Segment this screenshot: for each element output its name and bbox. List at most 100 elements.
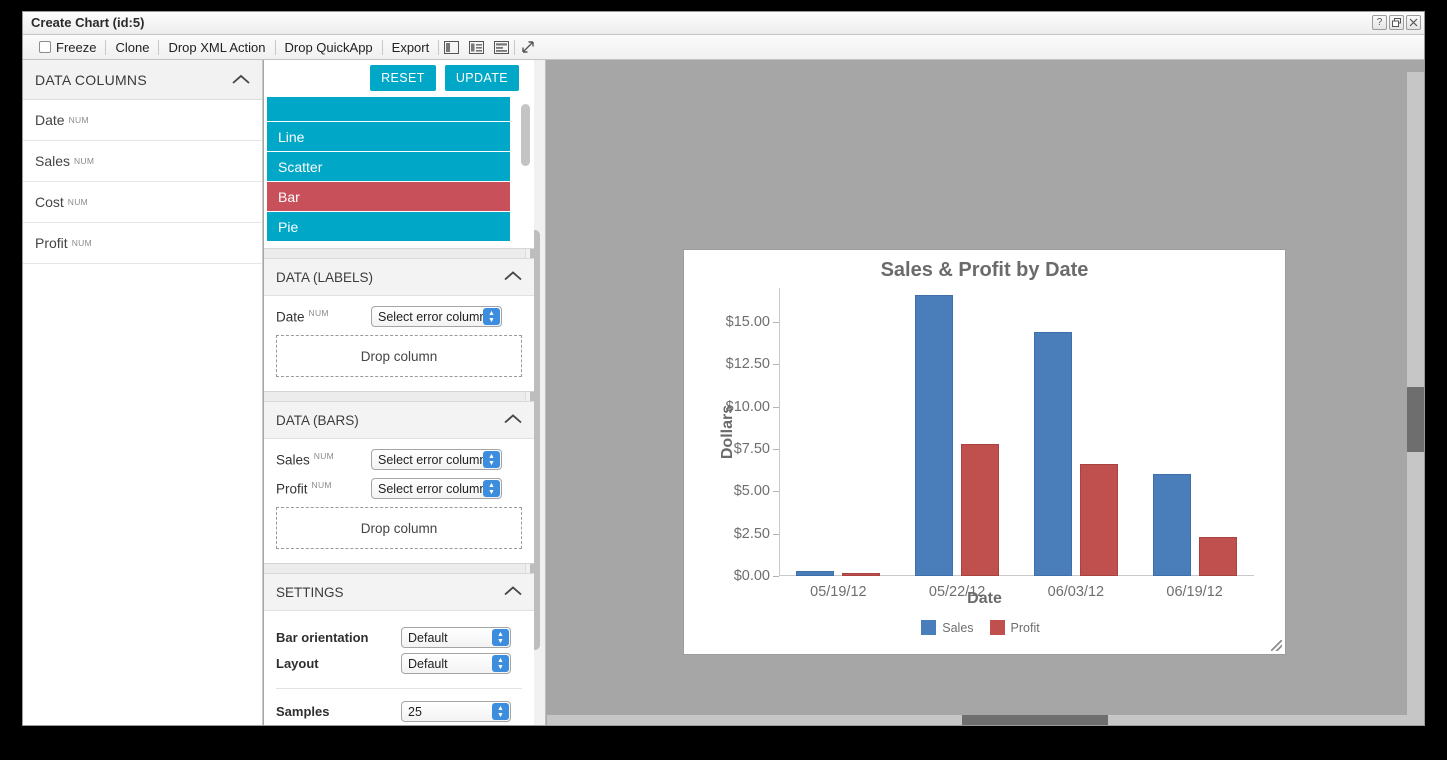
update-button[interactable]: UPDATE: [444, 65, 519, 91]
select-value: Default: [408, 630, 448, 645]
legend-label: Profit: [1010, 620, 1040, 635]
data-bars-row-profit: Profit NUM Select error column ▲ ▼: [276, 478, 522, 499]
y-axis-tick: $7.50: [734, 441, 780, 457]
legend-entry[interactable]: Profit: [989, 620, 1040, 635]
restore-button[interactable]: [1389, 15, 1404, 30]
section-title: DATA (LABELS): [276, 269, 374, 285]
column-name: Profit: [35, 235, 68, 251]
data-bars-header[interactable]: DATA (BARS): [264, 402, 534, 439]
freeze-toggle[interactable]: Freeze: [30, 40, 105, 55]
legend-swatch: [921, 620, 937, 635]
horizontal-scrollbar-thumb[interactable]: [962, 715, 1108, 725]
date-error-column-select[interactable]: Select error column ▲ ▼: [371, 306, 502, 327]
settings-row-layout: Layout Default ▲ ▼: [276, 653, 522, 674]
export-button[interactable]: Export: [383, 40, 439, 55]
column-type: NUM: [74, 156, 95, 166]
main-toolbar: Freeze Clone Drop XML Action Drop QuickA…: [23, 35, 1424, 60]
data-columns-header[interactable]: DATA COLUMNS: [23, 60, 262, 100]
data-labels-section: DATA (LABELS) Date NUM Select error colum…: [264, 258, 534, 392]
chart-type-scatter[interactable]: Scatter: [267, 152, 510, 181]
chevron-updown-icon[interactable]: ▲ ▼: [483, 451, 500, 468]
horizontal-scrollbar[interactable]: [547, 715, 1407, 725]
chevron-updown-icon[interactable]: ▲ ▼: [492, 655, 509, 672]
bar-sales[interactable]: [1152, 473, 1191, 576]
section-title: DATA (BARS): [276, 412, 359, 428]
bar-group: 05/22/12: [898, 288, 1017, 600]
chart-type-partial[interactable]: [267, 97, 510, 121]
bar-profit[interactable]: [1198, 537, 1237, 576]
config-action-buttons: RESET UPDATE: [264, 60, 534, 97]
chart-canvas-area: Sales & Profit by Date Dollars $0.00 $2.5…: [547, 60, 1424, 725]
sales-error-column-select[interactable]: Select error column ▲ ▼: [371, 449, 502, 470]
field-type: NUM: [308, 308, 329, 319]
y-axis-tick: $0.00: [734, 568, 780, 584]
close-button[interactable]: [1406, 15, 1421, 30]
chevron-up-icon: [232, 72, 250, 88]
column-type: NUM: [71, 238, 92, 248]
clone-button[interactable]: Clone: [106, 40, 158, 55]
samples-select[interactable]: 25 ▲ ▼: [401, 701, 511, 722]
chart-plot: Dollars $0.00 $2.50 $5.00 $7.50 $10.00 $12.50…: [719, 288, 1254, 600]
window-buttons: ?: [1372, 15, 1421, 30]
chart-type-scrollbar-thumb[interactable]: [521, 104, 530, 166]
chevron-updown-icon[interactable]: ▲ ▼: [492, 703, 509, 720]
bar-profit[interactable]: [961, 443, 1000, 576]
vertical-scrollbar[interactable]: [1407, 72, 1424, 725]
freeze-checkbox[interactable]: [39, 41, 51, 53]
layout-select[interactable]: Default ▲ ▼: [401, 653, 511, 674]
setting-label: Layout: [276, 656, 319, 671]
chevron-up-icon: [504, 413, 522, 428]
bar-sales[interactable]: [915, 294, 954, 576]
chart-type-list: Line Scatter Bar Pie Bubble: [264, 97, 534, 249]
data-bars-dropzone[interactable]: Drop column: [276, 507, 522, 549]
chart-type-bar[interactable]: Bar: [267, 182, 510, 211]
bar-profit[interactable]: [1079, 464, 1118, 576]
vertical-scrollbar-thumb[interactable]: [1407, 387, 1424, 452]
chart-resize-grip[interactable]: [1271, 640, 1282, 651]
chart-type-line[interactable]: Line: [267, 122, 510, 151]
sidebar-item-sales[interactable]: Sales NUM: [23, 141, 262, 182]
window-body: DATA COLUMNS Date NUM Sales NUM Cost NUM…: [23, 60, 1424, 725]
reset-button[interactable]: RESET: [370, 65, 436, 91]
sidebar-item-date[interactable]: Date NUM: [23, 100, 262, 141]
profit-error-column-select[interactable]: Select error column ▲ ▼: [371, 478, 502, 499]
field-name: Sales: [276, 452, 310, 468]
sidebar-item-profit[interactable]: Profit NUM: [23, 223, 262, 264]
chevron-updown-icon[interactable]: ▲ ▼: [483, 480, 500, 497]
help-button[interactable]: ?: [1372, 15, 1387, 30]
drop-xml-action-button[interactable]: Drop XML Action: [159, 40, 274, 55]
chevron-updown-icon[interactable]: ▲ ▼: [483, 308, 500, 325]
chart-type-bubble[interactable]: Bubble: [267, 242, 510, 248]
select-value: Default: [408, 656, 448, 671]
field-type: NUM: [311, 480, 332, 491]
chart-title: Sales & Profit by Date: [880, 259, 1089, 281]
chart-type-pie[interactable]: Pie: [267, 212, 510, 241]
column-name: Date: [35, 112, 65, 128]
select-value: Select error column: [378, 452, 487, 467]
x-axis-label: Date: [967, 590, 1002, 607]
legend-entry[interactable]: Sales: [921, 620, 974, 635]
detail-view-icon[interactable]: [464, 40, 489, 54]
field-label: Profit NUM: [276, 480, 371, 497]
column-type: NUM: [67, 197, 89, 207]
chevron-updown-icon[interactable]: ▲ ▼: [492, 629, 509, 646]
bar-orientation-select[interactable]: Default ▲ ▼: [401, 627, 511, 648]
column-name: Cost: [35, 194, 64, 210]
bar-sales[interactable]: [1033, 332, 1072, 576]
settings-header[interactable]: SETTINGS: [264, 574, 534, 611]
split-view-icon[interactable]: [439, 40, 464, 54]
list-view-icon[interactable]: [489, 40, 514, 54]
bar-profit[interactable]: [842, 572, 881, 576]
drop-quickapp-button[interactable]: Drop QuickApp: [276, 40, 382, 55]
field-name: Profit: [276, 481, 308, 497]
bar-sales[interactable]: [796, 570, 835, 576]
select-value: Select error column: [378, 481, 487, 496]
field-type: NUM: [313, 451, 335, 462]
data-labels-dropzone[interactable]: Drop column: [276, 335, 522, 377]
legend-swatch: [989, 620, 1005, 635]
data-labels-header[interactable]: DATA (LABELS): [264, 259, 534, 296]
sidebar-item-cost[interactable]: Cost NUM: [23, 182, 262, 223]
data-columns-title: DATA COLUMNS: [35, 71, 147, 88]
chevron-up-icon: [504, 585, 522, 600]
expand-icon[interactable]: [515, 40, 540, 54]
